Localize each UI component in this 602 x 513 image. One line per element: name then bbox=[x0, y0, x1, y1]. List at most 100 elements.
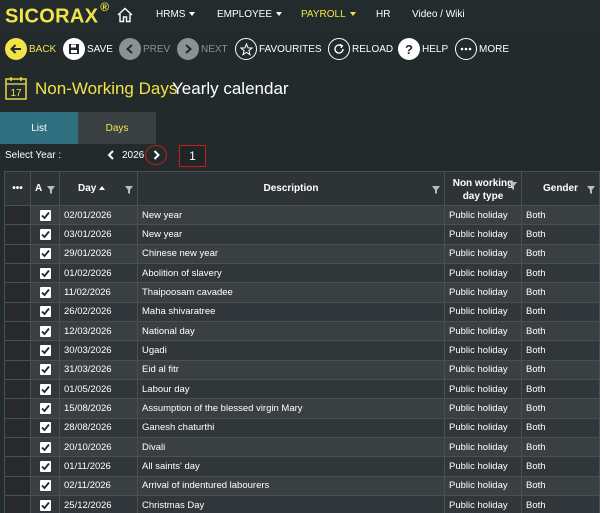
gender-cell[interactable]: Both bbox=[521, 437, 600, 458]
description-cell[interactable]: New year bbox=[137, 204, 445, 226]
row-gutter[interactable] bbox=[4, 379, 31, 400]
description-cell[interactable]: Assumption of the blessed virgin Mary bbox=[137, 398, 445, 419]
active-cell[interactable] bbox=[30, 263, 60, 284]
nav-item-video-wiki[interactable]: Video / Wiki bbox=[412, 9, 465, 20]
row-gutter[interactable] bbox=[4, 301, 31, 323]
active-checkbox[interactable] bbox=[39, 209, 51, 221]
nav-item-employee[interactable]: EMPLOYEE bbox=[217, 9, 283, 20]
save-button[interactable]: SAVE bbox=[63, 37, 113, 61]
row-gutter[interactable] bbox=[4, 417, 31, 439]
row-gutter[interactable] bbox=[4, 359, 31, 381]
active-cell[interactable] bbox=[30, 379, 60, 400]
table-row[interactable]: 28/08/2026 Ganesh chaturthi Public holiday… bbox=[4, 417, 600, 439]
active-checkbox[interactable] bbox=[39, 325, 51, 337]
help-button[interactable]: ? HELP bbox=[398, 37, 448, 61]
type-cell[interactable]: Public holiday bbox=[444, 495, 522, 513]
gender-cell[interactable]: Both bbox=[521, 282, 600, 303]
gender-cell[interactable]: Both bbox=[521, 475, 600, 497]
chevron-left-icon[interactable] bbox=[106, 149, 116, 161]
column-header-gender[interactable]: Gender bbox=[521, 171, 600, 206]
table-row[interactable]: 01/02/2026 Abolition of slavery Public hol… bbox=[4, 263, 600, 284]
column-menu-header[interactable]: ••• bbox=[4, 171, 31, 206]
gender-cell[interactable]: Both bbox=[521, 417, 600, 439]
nav-item-payroll[interactable]: PAYROLL bbox=[301, 9, 356, 20]
active-checkbox[interactable] bbox=[39, 229, 51, 240]
type-cell[interactable]: Public holiday bbox=[444, 321, 522, 342]
day-cell[interactable]: 03/01/2026 bbox=[59, 224, 138, 245]
description-cell[interactable]: Christmas Day bbox=[137, 495, 445, 513]
active-checkbox[interactable] bbox=[39, 248, 51, 260]
description-cell[interactable]: Maha shivaratree bbox=[137, 301, 445, 323]
gender-cell[interactable]: Both bbox=[521, 340, 600, 361]
active-checkbox[interactable] bbox=[39, 306, 51, 318]
active-checkbox[interactable] bbox=[39, 267, 51, 279]
description-cell[interactable]: Ganesh chaturthi bbox=[137, 417, 445, 439]
table-row[interactable]: 12/03/2026 National day Public holiday Both bbox=[4, 321, 600, 342]
day-cell[interactable]: 20/10/2026 bbox=[59, 437, 138, 458]
active-cell[interactable] bbox=[30, 224, 60, 245]
gender-cell[interactable]: Both bbox=[521, 495, 600, 513]
filter-icon[interactable] bbox=[125, 186, 133, 194]
filter-icon[interactable] bbox=[432, 186, 440, 194]
day-cell[interactable]: 29/01/2026 bbox=[59, 243, 138, 265]
day-cell[interactable]: 01/02/2026 bbox=[59, 263, 138, 284]
row-gutter[interactable] bbox=[4, 340, 31, 361]
active-checkbox[interactable] bbox=[39, 287, 51, 299]
table-row[interactable]: 11/02/2026 Thaipoosam cavadee Public holid… bbox=[4, 282, 600, 303]
description-cell[interactable]: New year bbox=[137, 224, 445, 245]
day-cell[interactable]: 15/08/2026 bbox=[59, 398, 138, 419]
active-checkbox[interactable] bbox=[39, 345, 51, 357]
active-cell[interactable] bbox=[30, 437, 60, 458]
type-cell[interactable]: Public holiday bbox=[444, 282, 522, 303]
active-checkbox[interactable] bbox=[39, 441, 51, 453]
day-cell[interactable]: 31/03/2026 bbox=[59, 359, 138, 381]
filter-icon[interactable] bbox=[47, 186, 55, 194]
row-gutter[interactable] bbox=[4, 204, 31, 226]
gender-cell[interactable]: Both bbox=[521, 224, 600, 245]
active-checkbox[interactable] bbox=[39, 461, 51, 473]
description-cell[interactable]: Labour day bbox=[137, 379, 445, 400]
prev-button[interactable]: PREV bbox=[119, 37, 170, 61]
active-cell[interactable] bbox=[30, 456, 60, 477]
day-cell[interactable]: 26/02/2026 bbox=[59, 301, 138, 323]
table-row[interactable]: 01/05/2026 Labour day Public holiday Both bbox=[4, 379, 600, 400]
type-cell[interactable]: Public holiday bbox=[444, 340, 522, 361]
filter-icon[interactable] bbox=[587, 186, 595, 194]
day-cell[interactable]: 12/03/2026 bbox=[59, 321, 138, 342]
table-row[interactable]: 20/10/2026 Divali Public holiday Both bbox=[4, 437, 600, 458]
type-cell[interactable]: Public holiday bbox=[444, 224, 522, 245]
tab-list[interactable]: List bbox=[0, 112, 78, 144]
gender-cell[interactable]: Both bbox=[521, 456, 600, 477]
next-year-button[interactable] bbox=[145, 145, 167, 165]
description-cell[interactable]: Thaipoosam cavadee bbox=[137, 282, 445, 303]
type-cell[interactable]: Public holiday bbox=[444, 263, 522, 284]
tab-days[interactable]: Days bbox=[78, 112, 156, 144]
row-gutter[interactable] bbox=[4, 243, 31, 265]
type-cell[interactable]: Public holiday bbox=[444, 301, 522, 323]
nav-item-hr[interactable]: HR bbox=[376, 9, 390, 20]
active-checkbox[interactable] bbox=[39, 480, 51, 492]
table-row[interactable]: 03/01/2026 New year Public holiday Both bbox=[4, 224, 600, 245]
table-row[interactable]: 02/01/2026 New year Public holiday Both bbox=[4, 204, 600, 226]
table-row[interactable]: 31/03/2026 Eid al fitr Public holiday Both bbox=[4, 359, 600, 381]
table-row[interactable]: 25/12/2026 Christmas Day Public holiday Bot… bbox=[4, 495, 600, 513]
gender-cell[interactable]: Both bbox=[521, 379, 600, 400]
next-button[interactable]: NEXT bbox=[177, 37, 228, 61]
type-cell[interactable]: Public holiday bbox=[444, 243, 522, 265]
table-row[interactable]: 26/02/2026 Maha shivaratree Public holiday… bbox=[4, 301, 600, 323]
active-cell[interactable] bbox=[30, 495, 60, 513]
back-button[interactable]: BACK bbox=[5, 37, 56, 61]
day-cell[interactable]: 02/01/2026 bbox=[59, 204, 138, 226]
table-row[interactable]: 29/01/2026 Chinese new year Public holiday… bbox=[4, 243, 600, 265]
more-button[interactable]: MORE bbox=[455, 37, 509, 61]
day-cell[interactable]: 11/02/2026 bbox=[59, 282, 138, 303]
active-checkbox[interactable] bbox=[39, 364, 51, 376]
row-gutter[interactable] bbox=[4, 437, 31, 458]
type-cell[interactable]: Public holiday bbox=[444, 475, 522, 497]
column-header-type[interactable]: Non working day type bbox=[444, 171, 522, 206]
active-checkbox[interactable] bbox=[39, 403, 51, 415]
table-row[interactable]: 30/03/2026 Ugadi Public holiday Both bbox=[4, 340, 600, 361]
active-cell[interactable] bbox=[30, 475, 60, 497]
row-gutter[interactable] bbox=[4, 321, 31, 342]
filter-icon[interactable] bbox=[509, 182, 517, 190]
